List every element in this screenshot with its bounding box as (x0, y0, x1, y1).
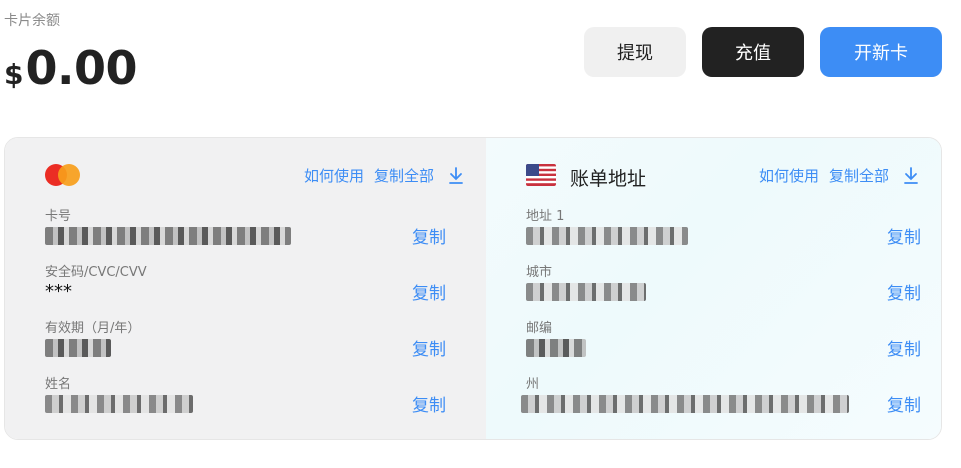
billing-header-actions: 如何使用 复制全部 (759, 165, 919, 186)
state-copy-button[interactable]: 复制 (887, 391, 921, 416)
cardholder-name-copy-button[interactable]: 复制 (412, 391, 446, 416)
address-line1-copy-button[interactable]: 复制 (887, 223, 921, 248)
card-copy-all-link[interactable]: 复制全部 (374, 165, 434, 186)
expiry-label: 有效期（月/年） (45, 321, 141, 336)
card-number-copy-button[interactable]: 复制 (412, 223, 446, 248)
new-card-button[interactable]: 开新卡 (820, 27, 942, 77)
state-value-masked (521, 395, 849, 413)
mastercard-logo-icon (45, 164, 81, 186)
cvv-label: 安全码/CVC/CVV (45, 265, 147, 280)
city-field: 城市 复制 (526, 261, 921, 311)
card-how-to-use-link[interactable]: 如何使用 (304, 165, 364, 186)
expiry-value-masked (45, 339, 111, 357)
balance-label: 卡片余额 (4, 13, 60, 29)
expiry-copy-button[interactable]: 复制 (412, 335, 446, 360)
address-line1-field: 地址 1 复制 (526, 205, 921, 255)
card-number-value-masked (45, 227, 291, 245)
zip-value-masked (526, 339, 586, 357)
card-number-label: 卡号 (45, 209, 72, 224)
balance-currency: $ (4, 58, 24, 91)
billing-address-title: 账单地址 (570, 168, 647, 190)
zip-label: 邮编 (526, 321, 553, 336)
card-header-actions: 如何使用 复制全部 (304, 165, 464, 186)
withdraw-button[interactable]: 提现 (584, 27, 686, 77)
card-info-section: 如何使用 复制全部 卡号 复制 安全码/CVC/CVV *** 复制 有效期（月… (5, 138, 486, 439)
address-line1-value-masked (526, 227, 688, 245)
cvv-copy-button[interactable]: 复制 (412, 279, 446, 304)
address-line1-label: 地址 1 (526, 209, 565, 224)
cardholder-name-label: 姓名 (45, 377, 72, 392)
card-number-field: 卡号 复制 (45, 205, 446, 255)
city-value-masked (526, 283, 646, 301)
download-icon[interactable] (903, 166, 919, 185)
balance-value: 0.00 (25, 41, 137, 95)
billing-how-to-use-link[interactable]: 如何使用 (759, 165, 819, 186)
state-field: 州 复制 (521, 373, 921, 423)
us-flag-icon (526, 164, 556, 186)
city-copy-button[interactable]: 复制 (887, 279, 921, 304)
download-icon[interactable] (448, 166, 464, 185)
state-label: 州 (526, 377, 540, 392)
billing-address-section: 账单地址 如何使用 复制全部 地址 1 复制 城市 复制 邮编 复制 州 复制 (486, 138, 941, 439)
expiry-field: 有效期（月/年） 复制 (45, 317, 446, 367)
balance-amount: $ 0.00 (4, 40, 137, 96)
billing-copy-all-link[interactable]: 复制全部 (829, 165, 889, 186)
city-label: 城市 (526, 265, 553, 280)
cardholder-name-value-masked (45, 395, 193, 413)
recharge-button[interactable]: 充值 (702, 27, 804, 77)
card-details-panel: 如何使用 复制全部 卡号 复制 安全码/CVC/CVV *** 复制 有效期（月… (4, 137, 942, 440)
cvv-field: 安全码/CVC/CVV *** 复制 (45, 261, 446, 311)
cardholder-name-field: 姓名 复制 (45, 373, 446, 423)
zip-copy-button[interactable]: 复制 (887, 335, 921, 360)
cvv-value: *** (45, 281, 72, 302)
zip-field: 邮编 复制 (526, 317, 921, 367)
